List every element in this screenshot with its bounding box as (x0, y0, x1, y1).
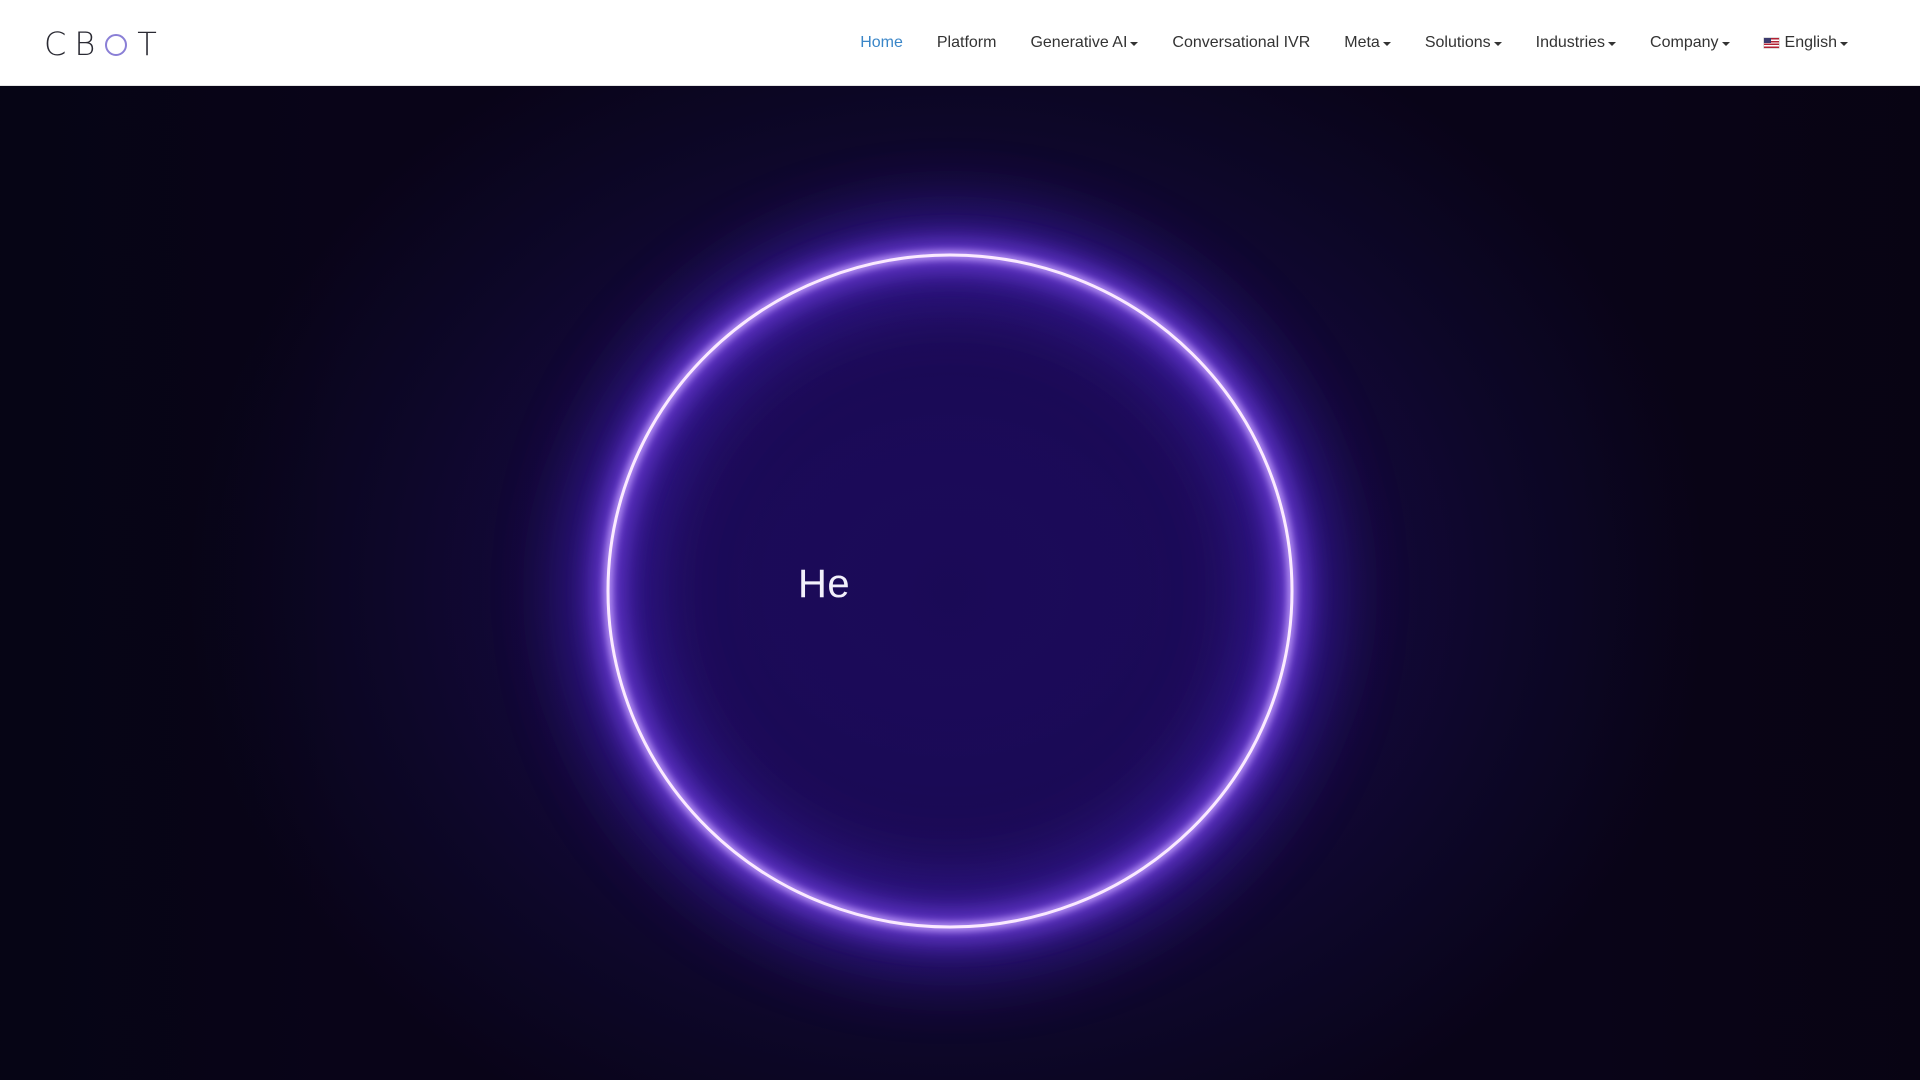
nav-item-label: Conversational IVR (1172, 34, 1311, 51)
glowing-ring-graphic (573, 220, 1327, 962)
language-label: English (1784, 34, 1837, 51)
nav-item-label: Solutions (1424, 34, 1491, 51)
nav-item-label: Generative AI (1030, 34, 1128, 51)
logo-circle-icon (105, 34, 128, 56)
us-flag-icon (1763, 38, 1779, 48)
caret-down-icon (1130, 42, 1139, 46)
nav-item-label: Home (860, 34, 903, 51)
nav-item-platform[interactable]: Platform (937, 34, 997, 52)
main-nav-menu: Home Platform Generative AI Conversation… (860, 0, 1848, 86)
caret-down-icon (1608, 42, 1617, 46)
nav-item-label: Company (1650, 34, 1719, 51)
hero-animated-text: He (798, 562, 851, 606)
caret-down-icon (1493, 42, 1502, 46)
nav-item-solutions[interactable]: Solutions (1425, 34, 1502, 52)
nav-item-label: Platform (936, 34, 997, 51)
caret-down-icon (1840, 42, 1848, 46)
logo-letter-b: B (74, 25, 104, 63)
nav-item-label: Meta (1344, 34, 1380, 51)
nav-item-company[interactable]: Company (1650, 34, 1730, 52)
nav-item-home[interactable]: Home (860, 34, 903, 52)
logo-letter-c: C (44, 25, 75, 63)
nav-item-industries[interactable]: Industries (1535, 34, 1617, 52)
nav-item-generative-ai[interactable]: Generative AI (1030, 34, 1139, 52)
cbot-logo[interactable]: C B T (44, 26, 165, 62)
nav-item-conversational-ivr[interactable]: Conversational IVR (1172, 34, 1310, 52)
nav-item-meta[interactable]: Meta (1344, 34, 1391, 52)
top-navbar: C B T Home Platform Generative AI Conver… (0, 0, 1920, 86)
caret-down-icon (1721, 42, 1730, 46)
caret-down-icon (1382, 42, 1391, 46)
hero-video-section: He (0, 86, 1920, 1080)
nav-item-label: Industries (1535, 34, 1606, 51)
language-selector[interactable]: English (1763, 34, 1848, 52)
logo-letter-t: T (137, 25, 165, 63)
